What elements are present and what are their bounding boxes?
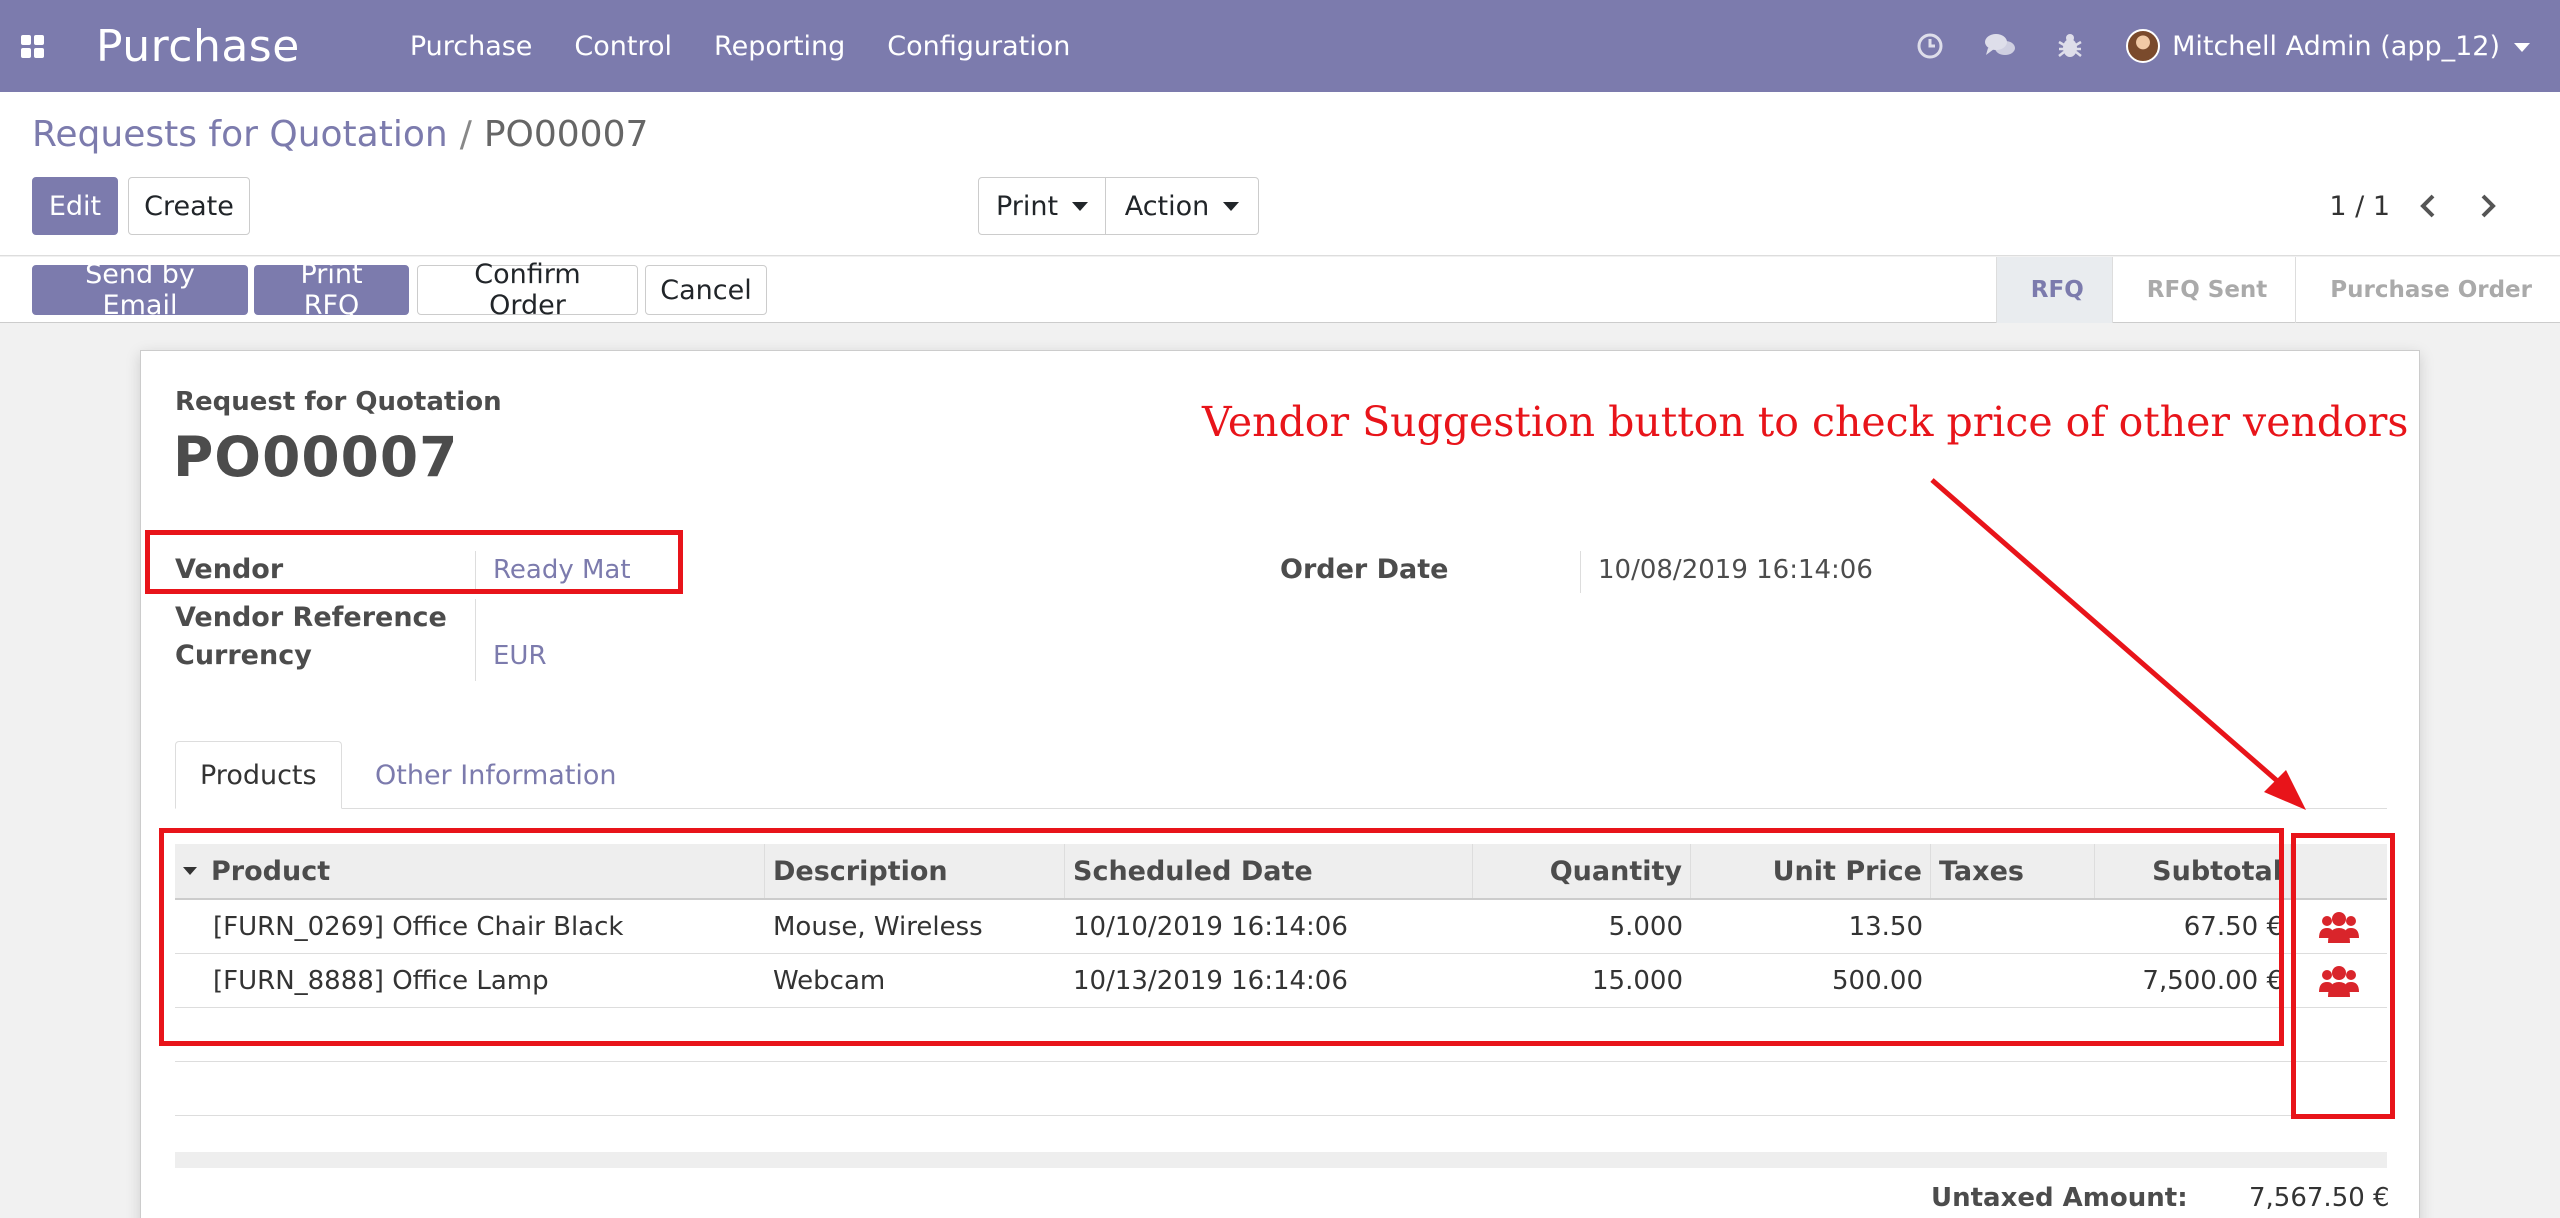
top-navbar: Purchase Purchase Control Reporting Conf… [0,0,2560,92]
cell-description: Mouse, Wireless [773,911,983,942]
chevron-right-icon [2481,194,2496,218]
bug-icon[interactable] [2050,26,2090,66]
column-subtotal[interactable]: Subtotal [2095,844,2291,898]
pager: 1 / 1 [2329,177,2510,235]
menu-control[interactable]: Control [574,31,672,62]
cell-unit-price: 13.50 [1848,911,1923,942]
breadcrumb-separator: / [459,114,472,155]
field-divider [475,599,476,681]
form-statusbar: Send by Email Print RFQ Confirm Order Ca… [0,257,2560,323]
edit-button[interactable]: Edit [32,177,118,235]
table-header: Product Description Scheduled Date Quant… [175,844,2387,900]
order-date-label: Order Date [1280,554,1449,585]
table-row[interactable]: [FURN_8888] Office Lamp Webcam 10/13/201… [175,954,2387,1008]
users-icon [2319,965,2359,997]
stage-rfq-sent[interactable]: RFQ Sent [2111,257,2296,323]
action-dropdown-button[interactable]: Action [1105,177,1259,235]
create-button[interactable]: Create [128,177,250,235]
document-number: PO00007 [173,425,459,489]
cell-product: [FURN_8888] Office Lamp [213,965,549,996]
column-scheduled-date[interactable]: Scheduled Date [1065,844,1473,898]
vendor-suggestion-button[interactable] [2291,900,2387,953]
cell-unit-price: 500.00 [1832,965,1923,996]
untaxed-amount-value: 7,567.50 € [2249,1183,2390,1213]
cell-taxes [1931,900,2095,953]
cell-subtotal: 67.50 € [2183,911,2283,942]
cell-quantity: 5.000 [1608,911,1683,942]
control-panel: Requests for Quotation / PO00007 Edit Crea… [0,92,2560,256]
pager-previous-button[interactable] [2406,184,2450,228]
column-quantity[interactable]: Quantity [1473,844,1691,898]
column-product[interactable]: Product [175,844,765,898]
notebook-tabs: Products Other Information [175,741,2387,809]
pager-value[interactable]: 1 / 1 [2329,191,2390,222]
order-date-value: 10/08/2019 16:14:06 [1598,555,1873,585]
menu-configuration[interactable]: Configuration [887,31,1070,62]
cell-quantity: 15.000 [1592,965,1683,996]
breadcrumb: Requests for Quotation / PO00007 [32,114,648,155]
column-vendor-suggestion [2291,844,2387,898]
column-taxes[interactable]: Taxes [1931,844,2095,898]
empty-row [175,1062,2387,1116]
stage-rfq[interactable]: RFQ [1995,257,2112,323]
breadcrumb-parent-link[interactable]: Requests for Quotation [32,114,448,155]
send-by-email-button[interactable]: Send by Email [32,259,248,321]
document-type-label: Request for Quotation [175,387,502,417]
cancel-button[interactable]: Cancel [645,265,767,315]
cell-product: [FURN_0269] Office Chair Black [213,911,624,942]
sort-caret-icon [183,867,197,875]
print-label: Print [995,190,1059,222]
menu-purchase[interactable]: Purchase [410,31,533,62]
field-divider [1580,551,1581,593]
currency-label: Currency [175,640,312,671]
untaxed-amount-label: Untaxed Amount: [1931,1183,2188,1213]
cell-scheduled-date: 10/10/2019 16:14:06 [1073,911,1348,942]
users-icon [2319,911,2359,943]
menu-reporting[interactable]: Reporting [714,31,845,62]
user-menu[interactable]: Mitchell Admin (app_12) [2172,31,2530,62]
currency-value-link[interactable]: EUR [493,641,547,671]
stage-purchase-order[interactable]: Purchase Order [2295,257,2560,323]
user-name-label: Mitchell Admin (app_12) [2172,30,2500,62]
vendor-label: Vendor [175,554,284,585]
vendor-value-link[interactable]: Ready Mat [493,555,631,585]
caret-down-icon [1223,201,1240,211]
vendor-reference-label: Vendor Reference [175,602,447,633]
confirm-order-button[interactable]: Confirm Order [417,259,638,321]
tab-products[interactable]: Products [175,741,342,809]
order-lines-table: Product Description Scheduled Date Quant… [175,844,2387,1168]
apps-menu-icon[interactable] [0,0,64,92]
cell-description: Webcam [773,965,886,996]
cell-subtotal: 7,500.00 € [2142,965,2283,996]
table-row[interactable]: [FURN_0269] Office Chair Black Mouse, Wi… [175,900,2387,954]
add-line-row[interactable] [175,1008,2387,1062]
annotation-text: Vendor Suggestion button to check price … [1202,398,2409,446]
cell-scheduled-date: 10/13/2019 16:14:06 [1073,965,1348,996]
print-dropdown-button[interactable]: Print [978,177,1106,235]
column-description[interactable]: Description [765,844,1065,898]
chevron-down-icon [2514,42,2530,52]
print-rfq-button[interactable]: Print RFQ [254,259,409,321]
status-stages: RFQ RFQ Sent Purchase Order [1995,257,2560,323]
chat-icon[interactable] [1980,26,2020,66]
table-footer [175,1152,2387,1168]
navbar-systray: Mitchell Admin (app_12) [1880,0,2530,92]
vendor-suggestion-button[interactable] [2291,954,2387,1007]
chevron-left-icon [2420,194,2435,218]
user-avatar[interactable] [2126,29,2161,63]
app-brand: Purchase [96,20,300,72]
caret-down-icon [1072,201,1089,211]
breadcrumb-current: PO00007 [483,114,649,155]
pager-next-button[interactable] [2466,184,2510,228]
form-sheet: Request for Quotation PO00007 Vendor Rea… [140,350,2420,1218]
action-label: Action [1124,190,1210,222]
column-product-label: Product [211,855,331,887]
column-unit-price[interactable]: Unit Price [1691,844,1931,898]
clock-icon[interactable] [1910,26,1950,66]
cell-taxes [1931,954,2095,1007]
field-divider [475,551,476,593]
tab-other-information[interactable]: Other Information [351,741,641,809]
